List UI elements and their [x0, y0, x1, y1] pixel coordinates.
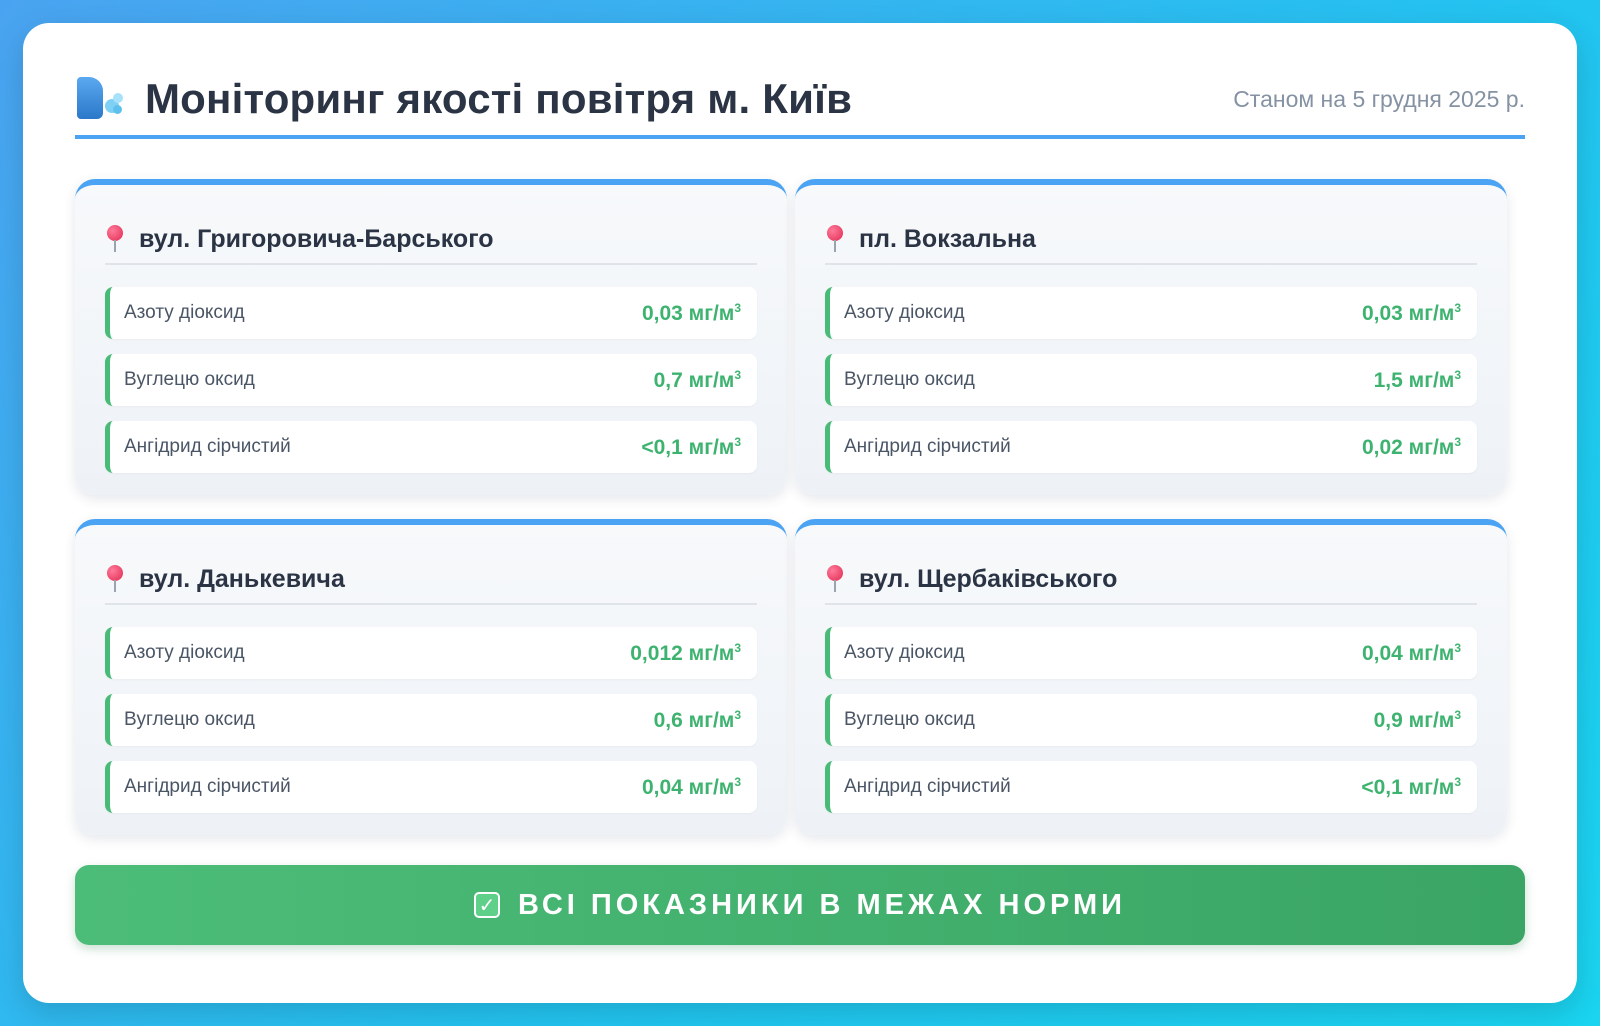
pollutant-label: Ангідрид сірчистий	[124, 776, 291, 797]
pollutant-value: 0,7 мг/м3	[653, 367, 741, 392]
station-name: вул. Данькевича	[139, 564, 345, 593]
header: Моніторинг якості повітря м. Київ Станом…	[75, 63, 1525, 139]
page-title: Моніторинг якості повітря м. Київ	[145, 75, 853, 122]
station-card: вул. Григоровича-Барського Азоту діоксид…	[75, 179, 787, 495]
reading-row: Вуглецю оксид 0,6 мг/м3	[105, 694, 757, 746]
station-name: вул. Григоровича-Барського	[139, 224, 494, 253]
air-breath-icon	[75, 75, 123, 123]
reading-row: Вуглецю оксид 0,7 мг/м3	[105, 354, 757, 406]
station-header: вул. Григоровича-Барського	[105, 215, 757, 265]
station-card: пл. Вокзальна Азоту діоксид 0,03 мг/м3 В…	[795, 179, 1507, 495]
reading-row: Ангідрид сірчистий <0,1 мг/м3	[105, 421, 757, 473]
date-label: Станом на 5 грудня 2025 р.	[1233, 85, 1525, 112]
pin-icon	[825, 225, 845, 253]
station-name: вул. Щербаківського	[859, 564, 1118, 593]
reading-row: Азоту діоксид 0,03 мг/м3	[105, 287, 757, 339]
pollutant-label: Ангідрид сірчистий	[124, 436, 291, 457]
reading-row: Азоту діоксид 0,04 мг/м3	[825, 627, 1477, 679]
pollutant-label: Азоту діоксид	[124, 642, 245, 663]
pollutant-label: Вуглецю оксид	[124, 709, 255, 730]
pollutant-value: 0,03 мг/м3	[1361, 300, 1461, 325]
pollutant-value: <0,1 мг/м3	[641, 434, 741, 459]
pollutant-label: Азоту діоксид	[844, 302, 965, 323]
pin-icon	[105, 225, 125, 253]
title-wrap: Моніторинг якості повітря м. Київ	[75, 75, 852, 123]
reading-row: Вуглецю оксид 1,5 мг/м3	[825, 354, 1477, 406]
pollutant-label: Вуглецю оксид	[844, 369, 975, 390]
station-header: вул. Данькевича	[105, 555, 757, 605]
station-header: вул. Щербаківського	[825, 555, 1477, 605]
dashboard-panel: Моніторинг якості повітря м. Київ Станом…	[23, 23, 1577, 1003]
pollutant-label: Вуглецю оксид	[844, 709, 975, 730]
reading-row: Вуглецю оксид 0,9 мг/м3	[825, 694, 1477, 746]
reading-row: Ангідрид сірчистий 0,04 мг/м3	[105, 761, 757, 813]
station-card: вул. Данькевича Азоту діоксид 0,012 мг/м…	[75, 519, 787, 835]
reading-row: Ангідрид сірчистий <0,1 мг/м3	[825, 761, 1477, 813]
pollutant-value: 1,5 мг/м3	[1373, 367, 1461, 392]
station-card: вул. Щербаківського Азоту діоксид 0,04 м…	[795, 519, 1507, 835]
pollutant-value: 0,04 мг/м3	[1361, 640, 1461, 665]
status-text: ВСІ ПОКАЗНИКИ В МЕЖАХ НОРМИ	[517, 888, 1126, 921]
reading-row: Азоту діоксид 0,03 мг/м3	[825, 287, 1477, 339]
pollutant-value: 0,02 мг/м3	[1361, 434, 1461, 459]
pollutant-value: 0,6 мг/м3	[653, 707, 741, 732]
pollutant-value: <0,1 мг/м3	[1361, 774, 1461, 799]
reading-row: Ангідрид сірчистий 0,02 мг/м3	[825, 421, 1477, 473]
pollutant-value: 0,04 мг/м3	[641, 774, 741, 799]
pin-icon	[825, 565, 845, 593]
check-icon: ✓	[473, 892, 500, 918]
pollutant-label: Азоту діоксид	[124, 302, 245, 323]
pollutant-value: 0,012 мг/м3	[630, 640, 741, 665]
station-name: пл. Вокзальна	[859, 224, 1036, 253]
pollutant-value: 0,9 мг/м3	[1373, 707, 1461, 732]
reading-row: Азоту діоксид 0,012 мг/м3	[105, 627, 757, 679]
pollutant-label: Вуглецю оксид	[124, 369, 255, 390]
pollutant-label: Ангідрид сірчистий	[844, 436, 1011, 457]
station-header: пл. Вокзальна	[825, 215, 1477, 265]
pollutant-value: 0,03 мг/м3	[641, 300, 741, 325]
pollutant-label: Азоту діоксид	[844, 642, 965, 663]
pin-icon	[105, 565, 125, 593]
status-banner: ✓ ВСІ ПОКАЗНИКИ В МЕЖАХ НОРМИ	[75, 865, 1525, 945]
pollutant-label: Ангідрид сірчистий	[844, 776, 1011, 797]
